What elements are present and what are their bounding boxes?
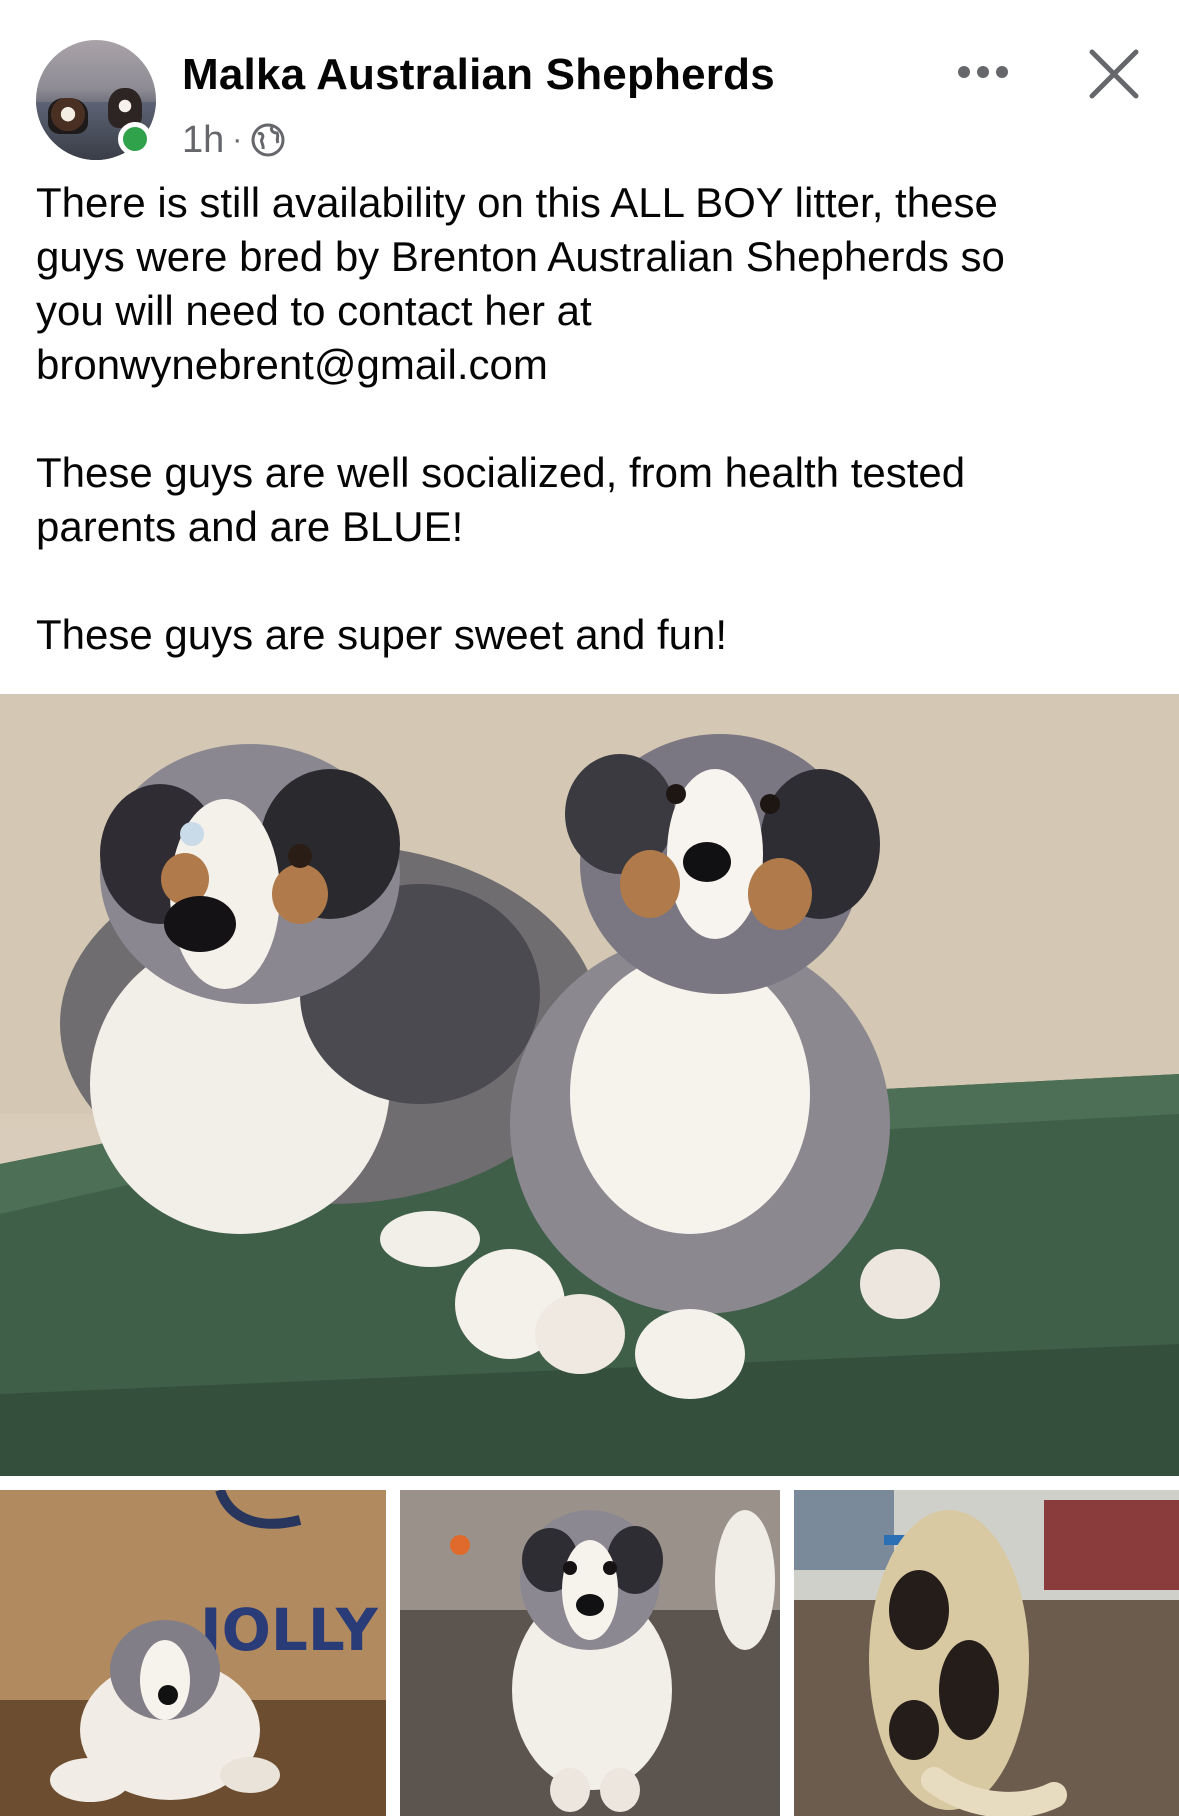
post-timestamp[interactable]: 1h xyxy=(182,119,224,162)
photo-thumbnail[interactable] xyxy=(400,1490,780,1816)
post-paragraph: These guys are well socialized, from hea… xyxy=(36,449,966,550)
close-button[interactable] xyxy=(1084,44,1144,104)
online-status-dot xyxy=(118,122,152,156)
meta-separator: · xyxy=(232,123,243,156)
post-paragraph: These guys are super sweet and fun! xyxy=(36,611,728,658)
post-header: Malka Australian Shepherds 1h · xyxy=(0,0,1179,170)
avatar-dog xyxy=(48,98,88,134)
sign-text: JOLLY xyxy=(196,1596,379,1664)
close-icon xyxy=(1089,49,1139,99)
post-paragraph: There is still availability on this ALL … xyxy=(36,179,1005,388)
email-link[interactable]: bronwynebrent@gmail.com xyxy=(36,341,548,388)
globe-icon[interactable] xyxy=(250,122,286,158)
page-name-link[interactable]: Malka Australian Shepherds xyxy=(182,50,775,100)
post-body-text: There is still availability on this ALL … xyxy=(36,176,1156,662)
photo-thumbnail[interactable]: JOLLY xyxy=(0,1490,386,1816)
more-horizontal-icon xyxy=(958,66,1008,78)
post-meta: 1h · xyxy=(182,118,286,162)
more-options-button[interactable] xyxy=(948,52,1018,92)
photo-thumbnail[interactable] xyxy=(794,1490,1179,1816)
main-photo[interactable] xyxy=(0,694,1179,1476)
